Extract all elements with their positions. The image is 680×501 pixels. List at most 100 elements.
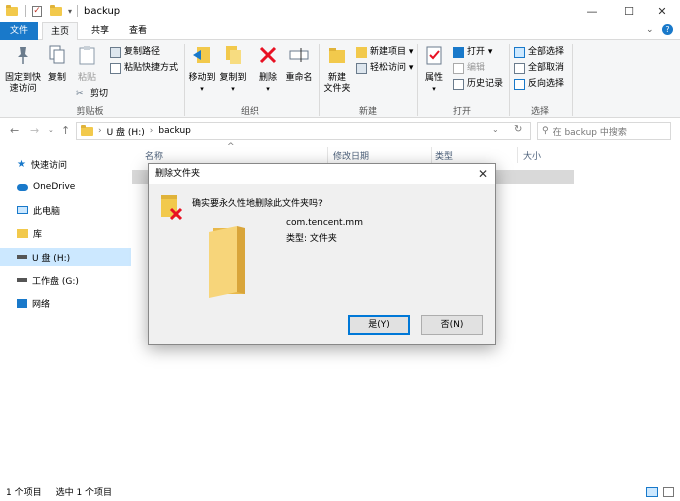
edit-button[interactable]: 编辑	[453, 61, 485, 75]
new-folder-icon[interactable]	[50, 4, 62, 16]
yes-button[interactable]: 是(Y)	[348, 315, 410, 335]
select-all-label: 全部选择	[528, 47, 565, 57]
chevron-down-icon: ▾	[266, 85, 270, 93]
search-placeholder: 在 backup 中搜索	[552, 127, 627, 138]
cut-label: 剪切	[90, 89, 109, 99]
breadcrumb-drive[interactable]: U 盘 (H:)	[107, 125, 145, 138]
new-folder-button[interactable]: 新建 文件夹	[322, 44, 352, 95]
invert-selection-label: 反向选择	[528, 79, 565, 89]
window-title: backup	[84, 5, 121, 17]
cut-button[interactable]: ✂ 剪切	[76, 87, 108, 101]
nav-label: 库	[33, 229, 43, 240]
nav-item-this-pc[interactable]: 此电脑	[0, 201, 131, 219]
large-icons-view-icon[interactable]	[663, 487, 674, 497]
tab-home[interactable]: 主页	[42, 22, 78, 41]
search-input[interactable]: ⚲ 在 backup 中搜索	[537, 122, 671, 140]
edit-label: 编辑	[467, 63, 486, 73]
new-item-button[interactable]: 新建项目 ▾	[356, 45, 413, 59]
column-header-size[interactable]: 大小	[523, 149, 541, 162]
paste-button[interactable]: 粘贴	[73, 44, 101, 84]
delete-button[interactable]: 删除 ▾	[256, 44, 280, 95]
dialog-question: 确实要永久性地删除此文件夹吗?	[192, 199, 323, 209]
paste-shortcut-button[interactable]: 粘贴快捷方式	[110, 61, 178, 75]
open-icon	[453, 46, 464, 58]
history-button[interactable]: 历史记录	[453, 77, 503, 91]
pin-icon	[18, 47, 28, 64]
sort-up-icon: ^	[227, 142, 235, 152]
dialog-title: 删除文件夹	[149, 164, 495, 184]
column-header-modified[interactable]: 修改日期	[333, 149, 369, 162]
tab-file[interactable]: 文件	[0, 22, 38, 40]
divider	[417, 44, 418, 116]
chevron-down-icon[interactable]: ⌄	[646, 25, 654, 35]
no-button[interactable]: 否(N)	[421, 315, 483, 335]
close-button[interactable]: ✕	[642, 0, 680, 22]
chevron-down-icon[interactable]: ⌄	[492, 125, 499, 134]
properties-label: 属性	[424, 73, 443, 83]
close-icon[interactable]: ✕	[471, 164, 495, 184]
back-arrow-icon[interactable]: ←	[10, 124, 19, 137]
history-label: 历史记录	[467, 79, 504, 89]
easy-access-button[interactable]: 轻松访问 ▾	[356, 61, 413, 75]
chevron-down-icon[interactable]: ⌄	[48, 126, 54, 134]
shortcut-icon	[110, 62, 121, 74]
chevron-right-icon: ›	[149, 126, 154, 136]
nav-item-network[interactable]: 网络	[0, 294, 131, 312]
pin-label: 固定到快 速访问	[4, 73, 41, 94]
properties-check-icon[interactable]: ✓	[32, 5, 42, 17]
rename-icon	[289, 48, 309, 62]
address-bar[interactable]: › U 盘 (H:) › backup ⌄ ↻	[76, 122, 531, 140]
column-header-type[interactable]: 类型	[435, 149, 453, 162]
new-folder-label: 新建 文件夹	[323, 73, 351, 94]
nav-item-work-drive[interactable]: 工作盘 (G:)	[0, 271, 131, 289]
select-none-button[interactable]: 全部取消	[514, 61, 564, 75]
nav-item-onedrive[interactable]: OneDrive	[0, 178, 131, 196]
clipboard-group-label: 剪贴板	[76, 107, 104, 117]
open-button[interactable]: 打开 ▾	[453, 45, 492, 59]
title-bar: ✓ ▾ backup — ☐ ✕	[0, 0, 680, 22]
rename-label: 重命名	[285, 73, 313, 83]
rename-button[interactable]: 重命名	[283, 44, 315, 84]
tab-view[interactable]: 查看	[122, 22, 154, 40]
up-arrow-icon[interactable]: ↑	[61, 124, 70, 137]
copy-to-button[interactable]: 复制到 ▾	[218, 44, 248, 95]
paste-label: 粘贴	[77, 73, 96, 83]
chevron-down-icon[interactable]: ▾	[68, 7, 72, 16]
navigation-pane: ★ 快速访问 OneDrive 此电脑 库 U 盘 (H:) 工作盘 (G:) …	[0, 145, 131, 481]
delete-label: 删除	[258, 73, 277, 83]
breadcrumb-backup[interactable]: backup	[158, 126, 191, 136]
properties-button[interactable]: 属性 ▾	[420, 44, 448, 95]
nav-item-usb-drive[interactable]: U 盘 (H:)	[0, 248, 131, 266]
status-bar: 1 个项目 选中 1 个项目	[0, 482, 680, 501]
cloud-icon	[17, 183, 28, 191]
nav-item-quick-access[interactable]: ★ 快速访问	[0, 155, 131, 173]
chevron-down-icon: ▾	[432, 85, 436, 93]
easy-access-icon	[356, 62, 367, 74]
nav-item-library[interactable]: 库	[0, 224, 131, 242]
chevron-right-icon: ›	[98, 126, 102, 136]
column-header-name[interactable]: 名称	[145, 149, 163, 162]
forward-arrow-icon[interactable]: →	[30, 124, 39, 137]
large-folder-icon	[209, 226, 245, 298]
minimize-button[interactable]: —	[572, 0, 612, 22]
properties-icon	[426, 46, 442, 65]
chevron-down-icon: ▾	[231, 85, 235, 93]
divider	[517, 147, 518, 163]
move-to-label: 移动到	[188, 73, 216, 83]
copy-to-icon	[226, 46, 241, 64]
folder-icon[interactable]	[6, 4, 18, 16]
details-view-icon[interactable]	[646, 487, 658, 497]
copy-button[interactable]: 复制	[44, 44, 70, 84]
invert-selection-icon	[514, 78, 525, 90]
select-all-button[interactable]: 全部选择	[514, 45, 564, 59]
refresh-icon[interactable]: ↻	[514, 124, 522, 135]
tab-share[interactable]: 共享	[84, 22, 116, 40]
chevron-down-icon: ▾	[200, 85, 204, 93]
invert-selection-button[interactable]: 反向选择	[514, 77, 564, 91]
open-group-label: 打开	[452, 107, 471, 117]
help-icon[interactable]: ?	[662, 24, 673, 35]
pin-quick-access-button[interactable]: 固定到快 速访问	[4, 44, 42, 95]
nav-label: U 盘 (H:)	[32, 253, 71, 264]
copy-path-button[interactable]: 复制路径	[110, 45, 160, 59]
move-to-button[interactable]: 移动到 ▾	[188, 44, 216, 95]
